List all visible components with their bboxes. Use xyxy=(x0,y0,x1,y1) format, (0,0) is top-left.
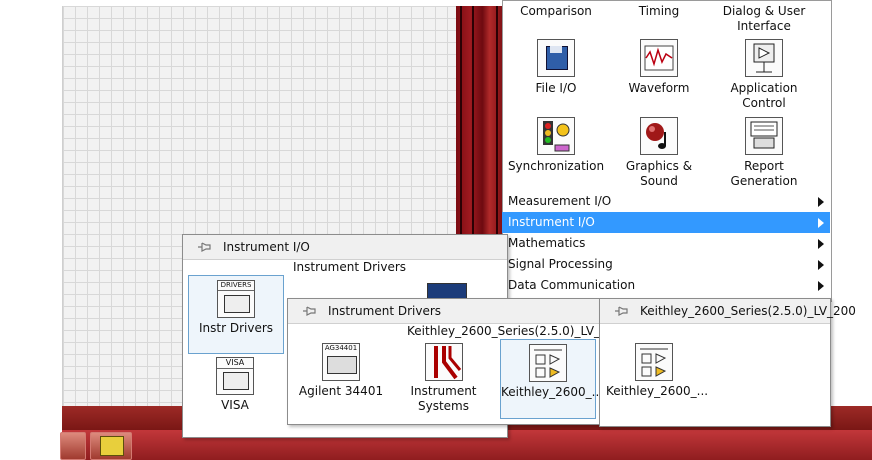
report-printer-icon xyxy=(745,117,783,155)
submenu-arrow-icon xyxy=(818,218,824,228)
traffic-light-icon xyxy=(537,117,575,155)
keithley-icon xyxy=(529,344,567,382)
palette-item-comparison[interactable]: Comparison xyxy=(506,4,606,19)
palette-item-visa[interactable]: VISA VISA xyxy=(188,357,282,417)
submenu-arrow-icon xyxy=(818,281,824,291)
palette-item-keithley-2600[interactable]: Keithley_2600_... xyxy=(500,339,603,419)
multimeter-icon: AG34401 xyxy=(322,343,360,381)
palette-item-report-generation[interactable]: Report Generation xyxy=(714,117,814,189)
keithley-vi-icon xyxy=(635,343,673,381)
waveform-icon xyxy=(640,39,678,77)
taskbar-button-1[interactable] xyxy=(60,432,86,460)
menu-item-instrument-io[interactable]: Instrument I/O xyxy=(502,212,830,233)
palette-item-file-io[interactable]: File I/O xyxy=(506,39,606,96)
pushpin-icon[interactable] xyxy=(302,306,316,316)
palette-title-bar[interactable]: Instrument Drivers xyxy=(288,299,599,324)
menu-item-signal-processing[interactable]: Signal Processing xyxy=(502,254,830,275)
application-control-icon xyxy=(745,39,783,77)
menu-item-data-communication[interactable]: Data Communication xyxy=(502,275,830,296)
menu-item-measurement-io[interactable]: Measurement I/O xyxy=(502,191,830,212)
floppy-disk-icon xyxy=(537,39,575,77)
palette-item-synchronization[interactable]: Synchronization xyxy=(506,117,606,174)
palette-item-timing[interactable]: Timing xyxy=(609,4,709,19)
drivers-icon: DRIVERS xyxy=(217,280,255,318)
palette-title-bar[interactable]: Instrument I/O xyxy=(183,235,507,260)
palette-item-dialog-user-interface[interactable]: Dialog & User Interface xyxy=(714,4,814,34)
palette-item-instr-drivers[interactable]: DRIVERS Instr Drivers xyxy=(188,275,284,354)
pushpin-icon[interactable] xyxy=(614,306,628,316)
palette-item-keithley-vi[interactable]: Keithley_2600_... xyxy=(606,343,708,405)
labview-icon xyxy=(100,436,124,456)
taskbar-button-labview[interactable] xyxy=(90,432,132,460)
submenu-arrow-icon xyxy=(818,239,824,249)
palette-caption: Instrument Drivers xyxy=(293,260,407,274)
instrument-drivers-palette: Instrument Drivers Keithley_2600_Series(… xyxy=(287,298,631,425)
palette-item-application-control[interactable]: Application Control xyxy=(714,39,814,111)
visa-icon: VISA xyxy=(216,357,254,395)
submenu-arrow-icon xyxy=(818,197,824,207)
palette-item-instrument-systems[interactable]: Instrument Systems xyxy=(396,343,491,418)
menu-item-mathematics[interactable]: Mathematics xyxy=(502,233,830,254)
palette-item-graphics-sound[interactable]: Graphics & Sound xyxy=(609,117,709,189)
pushpin-icon[interactable] xyxy=(197,242,211,252)
submenu-arrow-icon xyxy=(818,260,824,270)
palette-caption: Keithley_2600_Series(2.5.0)_LV_2009 xyxy=(407,324,631,338)
palette-item-agilent-34401[interactable]: AG34401 Agilent 34401 xyxy=(296,343,386,403)
palette-item-waveform[interactable]: Waveform xyxy=(609,39,709,96)
palette-title-bar[interactable]: Keithley_2600_Series(2.5.0)_LV_200 xyxy=(600,299,856,324)
graphics-sound-icon xyxy=(640,117,678,155)
keithley-palette: Keithley_2600_Series(2.5.0)_LV_200 Keith… xyxy=(599,298,856,427)
instrument-systems-icon xyxy=(424,343,463,381)
